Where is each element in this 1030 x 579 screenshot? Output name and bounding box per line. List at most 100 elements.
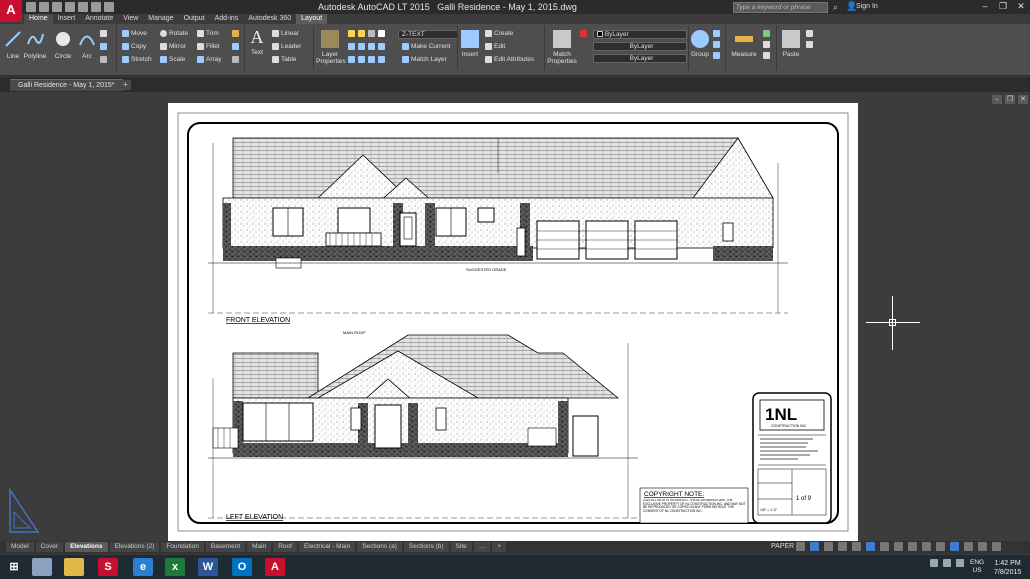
offset-tool[interactable]: [232, 56, 239, 63]
layer-properties-button[interactable]: Layer Properties: [316, 30, 346, 65]
hatch-tool[interactable]: [100, 43, 107, 50]
word-icon[interactable]: W: [198, 558, 218, 576]
color-dropdown[interactable]: ByLayer: [593, 30, 687, 39]
layout-tab-electrical-main[interactable]: Electrical - Main: [298, 542, 356, 552]
viewport-close-icon[interactable]: ✕: [1018, 95, 1028, 104]
tab-autodesk-360[interactable]: Autodesk 360: [243, 14, 296, 24]
stretch-button[interactable]: Stretch: [122, 56, 152, 63]
app-icon-1[interactable]: [32, 558, 52, 576]
layer-tool-icon[interactable]: [348, 56, 355, 63]
tray-arrow-icon[interactable]: [930, 559, 938, 567]
help-search-input[interactable]: Type a keyword or phrase: [733, 2, 828, 13]
layer-tool-icon[interactable]: [378, 43, 385, 50]
tab-annotate[interactable]: Annotate: [80, 14, 118, 24]
layer-tool-icon[interactable]: [348, 43, 355, 50]
excel-icon[interactable]: x: [165, 558, 185, 576]
create-block-button[interactable]: Create: [485, 30, 514, 37]
ortho-icon[interactable]: [810, 542, 819, 551]
copy-button[interactable]: Copy: [122, 43, 146, 50]
hardware-acceleration-icon[interactable]: [964, 542, 973, 551]
outlook-icon[interactable]: O: [232, 558, 252, 576]
line-button[interactable]: Line: [3, 30, 23, 60]
autocad-logo-icon[interactable]: A: [0, 0, 22, 22]
file-tab-galli-residence[interactable]: Galli Residence - May 1, 2015*: [10, 79, 123, 91]
boundary-tool[interactable]: [100, 56, 107, 63]
restore-button[interactable]: ❐: [994, 0, 1012, 12]
layout-tab-sections-b[interactable]: Sections (b): [403, 542, 449, 552]
layout-tab-site[interactable]: Site: [450, 542, 472, 552]
arc-button[interactable]: Arc: [77, 30, 97, 60]
new-tab-button[interactable]: +: [120, 80, 131, 90]
layer-color-icon[interactable]: [378, 30, 385, 37]
tab-manage[interactable]: Manage: [143, 14, 178, 24]
search-icon[interactable]: ⌕: [833, 2, 838, 13]
layout-tab-foundation[interactable]: Foundation: [161, 542, 204, 552]
linear-dimension-button[interactable]: Linear: [272, 30, 299, 37]
autocad-taskbar-icon[interactable]: A: [265, 558, 285, 576]
move-button[interactable]: Move: [122, 30, 147, 37]
polyline-button[interactable]: Polyline: [22, 30, 48, 60]
layout-tab-elevations-2[interactable]: Elevations (2): [109, 542, 160, 552]
sign-in-link[interactable]: Sign In: [856, 3, 878, 10]
workspace-gear-icon[interactable]: [922, 542, 931, 551]
edit-attributes-button[interactable]: Edit Attributes: [485, 56, 534, 63]
trim-button[interactable]: Trim: [197, 30, 219, 37]
add-layout-button[interactable]: +: [492, 542, 507, 552]
layer-tool-icon[interactable]: [358, 43, 365, 50]
copy-clip-icon[interactable]: [806, 41, 813, 48]
sun-icon[interactable]: [358, 30, 365, 37]
paste-button[interactable]: Paste: [780, 30, 802, 58]
layout-tab-model[interactable]: Model: [6, 542, 34, 552]
paper-space-toggle[interactable]: PAPER: [771, 543, 794, 550]
internet-explorer-icon[interactable]: e: [133, 558, 153, 576]
layout-tab-overflow[interactable]: …: [473, 542, 491, 552]
minimize-button[interactable]: –: [976, 0, 994, 12]
layout-tab-cover[interactable]: Cover: [35, 542, 64, 552]
lock-icon[interactable]: [368, 30, 375, 37]
plot-icon[interactable]: [78, 2, 88, 12]
redo-icon[interactable]: [104, 2, 114, 12]
edit-block-button[interactable]: Edit: [485, 43, 505, 50]
layout-tab-roof[interactable]: Roof: [273, 542, 297, 552]
text-button[interactable]: A Text: [247, 28, 267, 56]
mirror-button[interactable]: Mirror: [160, 43, 186, 50]
linetype-dropdown[interactable]: ByLayer: [593, 42, 687, 51]
rectangle-tool[interactable]: [100, 30, 107, 37]
windows-start-icon[interactable]: ⊞: [4, 558, 24, 576]
match-properties-button[interactable]: Match Properties: [546, 30, 578, 65]
isolate-objects-icon[interactable]: [950, 542, 959, 551]
customization-icon[interactable]: [992, 542, 1001, 551]
circle-button[interactable]: Circle: [51, 30, 75, 60]
measure-button[interactable]: Measure: [729, 30, 759, 58]
layout-tab-sections-a[interactable]: Sections (a): [357, 542, 402, 552]
rotate-button[interactable]: Rotate: [160, 30, 188, 37]
viewport-minimize-icon[interactable]: –: [992, 95, 1002, 104]
layer-tool-icon[interactable]: [378, 56, 385, 63]
group-select-icon[interactable]: [713, 52, 720, 59]
layout-tab-basement[interactable]: Basement: [205, 542, 246, 552]
lightbulb-icon[interactable]: [348, 30, 355, 37]
layer-tool-icon[interactable]: [358, 56, 365, 63]
layout-tab-main[interactable]: Main: [247, 542, 272, 552]
snap-icon[interactable]: [796, 542, 805, 551]
layout-tab-elevations[interactable]: Elevations: [65, 542, 108, 552]
tab-layout[interactable]: Layout: [296, 14, 328, 24]
calculator-icon[interactable]: [763, 41, 770, 48]
open-icon[interactable]: [39, 2, 49, 12]
quick-select-icon[interactable]: [763, 30, 770, 37]
network-icon[interactable]: [943, 559, 951, 567]
app-icon-s[interactable]: S: [98, 558, 118, 576]
layer-tool-icon[interactable]: [368, 56, 375, 63]
viewport-restore-icon[interactable]: ❐: [1005, 95, 1015, 104]
polar-icon[interactable]: [824, 542, 833, 551]
save-as-icon[interactable]: [65, 2, 75, 12]
fillet-button[interactable]: Fillet: [197, 43, 220, 50]
cut-icon[interactable]: [806, 30, 813, 37]
table-button[interactable]: Table: [272, 56, 297, 63]
language-indicator[interactable]: ENG US: [970, 559, 984, 575]
explode-tool[interactable]: [232, 43, 239, 50]
ungroup-icon[interactable]: [713, 30, 720, 37]
layer-dropdown[interactable]: Z-TEXT: [398, 30, 458, 39]
group-edit-icon[interactable]: [713, 41, 720, 48]
leader-button[interactable]: Leader: [272, 43, 301, 50]
